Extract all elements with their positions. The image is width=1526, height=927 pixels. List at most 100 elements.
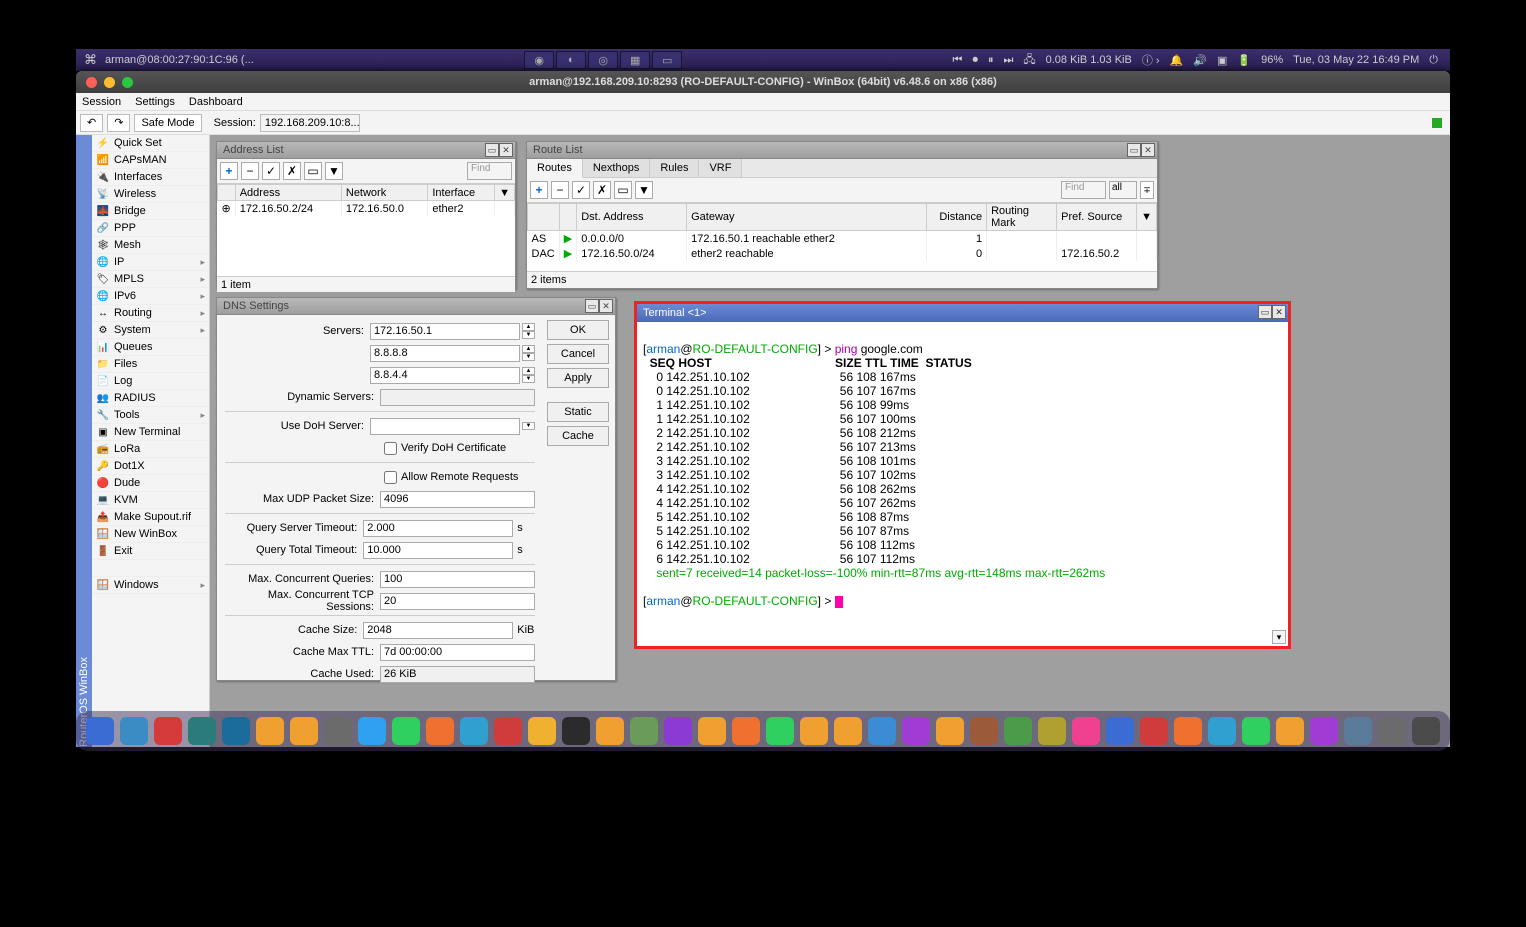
- dock-item-28[interactable]: [1038, 717, 1066, 745]
- terminal-body[interactable]: [arman@RO-DEFAULT-CONFIG] > ping google.…: [637, 322, 1288, 646]
- win-close-icon[interactable]: ✕: [499, 143, 513, 157]
- dock-item-20[interactable]: [766, 717, 794, 745]
- filter-all[interactable]: all: [1109, 181, 1137, 199]
- dock-item-14[interactable]: [562, 717, 590, 745]
- dock-item-32[interactable]: [1174, 717, 1202, 745]
- dock-item-36[interactable]: [1310, 717, 1338, 745]
- dock-item-19[interactable]: [732, 717, 760, 745]
- dock-item-0[interactable]: [86, 717, 114, 745]
- sidebar-item-queues[interactable]: 📊Queues: [92, 339, 209, 356]
- comment-button[interactable]: ▭: [304, 162, 322, 180]
- dock-item-4[interactable]: [222, 717, 250, 745]
- servers-input-1[interactable]: [370, 345, 520, 362]
- route-list-title[interactable]: Route List ▭✕: [527, 142, 1157, 159]
- dock-item-9[interactable]: [392, 717, 420, 745]
- servers-input-2[interactable]: [370, 367, 520, 384]
- find-input[interactable]: Find: [1061, 181, 1106, 199]
- topbar-hostname[interactable]: arman@08:00:27:90:1C:96 (...: [105, 54, 254, 66]
- sidebar-item-ipv6[interactable]: 🌐IPv6▸: [92, 288, 209, 305]
- comment-button[interactable]: ▭: [614, 181, 632, 199]
- dock-item-23[interactable]: [868, 717, 896, 745]
- address-list-window[interactable]: Address List ▭✕ + − ✓ ✗ ▭ ▼ Find Addres: [216, 141, 516, 289]
- add-button[interactable]: +: [220, 162, 238, 180]
- dock-item-8[interactable]: [358, 717, 386, 745]
- qtt-input[interactable]: [363, 542, 513, 559]
- cache-size-input[interactable]: [363, 622, 513, 639]
- win-min-icon[interactable]: ▭: [1127, 143, 1141, 157]
- redo-button[interactable]: ↷: [107, 114, 130, 132]
- sidebar-item-mesh[interactable]: 🕸Mesh: [92, 237, 209, 254]
- win-min-icon[interactable]: ▭: [585, 299, 599, 313]
- sidebar-item-bridge[interactable]: 🌉Bridge: [92, 203, 209, 220]
- dock-item-39[interactable]: [1412, 717, 1440, 745]
- media-prev-icon[interactable]: ⏮: [953, 54, 963, 67]
- dock-item-33[interactable]: [1208, 717, 1236, 745]
- sidebar-item-wireless[interactable]: 📡Wireless: [92, 186, 209, 203]
- add-button[interactable]: +: [530, 181, 548, 199]
- menu-settings[interactable]: Settings: [135, 96, 175, 108]
- col-network[interactable]: Network: [341, 185, 427, 201]
- sidebar-item-interfaces[interactable]: 🔌Interfaces: [92, 169, 209, 186]
- filter-dropdown-icon[interactable]: ∓: [1140, 181, 1154, 199]
- disable-button[interactable]: ✗: [283, 162, 301, 180]
- dock-item-27[interactable]: [1004, 717, 1032, 745]
- bell-icon[interactable]: 🔔: [1170, 54, 1184, 67]
- tab-vrf[interactable]: VRF: [699, 159, 742, 177]
- sidebar-item-files[interactable]: 📁Files: [92, 356, 209, 373]
- remove-button[interactable]: −: [241, 162, 259, 180]
- table-row[interactable]: ⊕ 172.16.50.2/24 172.16.50.0 ether2: [218, 201, 515, 217]
- win-min-icon[interactable]: ▭: [1258, 305, 1272, 319]
- ok-button[interactable]: OK: [547, 320, 609, 340]
- dock-item-7[interactable]: [324, 717, 352, 745]
- dock-item-6[interactable]: [290, 717, 318, 745]
- spin-up-icon[interactable]: ▲: [522, 323, 535, 331]
- dock-item-2[interactable]: [154, 717, 182, 745]
- win-close-icon[interactable]: ✕: [599, 299, 613, 313]
- sidebar-item-quick-set[interactable]: ⚡Quick Set: [92, 135, 209, 152]
- remove-button[interactable]: −: [551, 181, 569, 199]
- menu-dashboard[interactable]: Dashboard: [189, 96, 243, 108]
- info-icon[interactable]: ⓘ ›: [1142, 52, 1160, 68]
- dock-item-11[interactable]: [460, 717, 488, 745]
- dock-item-5[interactable]: [256, 717, 284, 745]
- dock-item-30[interactable]: [1106, 717, 1134, 745]
- table-row[interactable]: DAC▶ 172.16.50.0/24ether2 reachable 0172…: [528, 246, 1157, 261]
- find-input[interactable]: Find: [467, 162, 512, 180]
- media-pause-icon[interactable]: ⏸: [988, 54, 994, 67]
- tray-app3-icon[interactable]: ◎: [588, 51, 618, 69]
- sidebar-item-log[interactable]: 📄Log: [92, 373, 209, 390]
- win-close-icon[interactable]: ✕: [1141, 143, 1155, 157]
- filter-icon[interactable]: ▼: [635, 181, 653, 199]
- table-row[interactable]: AS▶ 0.0.0.0/0172.16.50.1 reachable ether…: [528, 231, 1157, 247]
- tray-misc-icon[interactable]: ▣: [1217, 54, 1227, 67]
- max-udp-input[interactable]: [380, 491, 535, 508]
- dock-item-37[interactable]: [1344, 717, 1372, 745]
- doh-input[interactable]: [370, 418, 520, 435]
- menu-session[interactable]: Session: [82, 96, 121, 108]
- dock-item-3[interactable]: [188, 717, 216, 745]
- scroll-down-icon[interactable]: ▾: [1272, 630, 1286, 644]
- power-icon[interactable]: ⏻: [1429, 54, 1438, 67]
- cancel-button[interactable]: Cancel: [547, 344, 609, 364]
- sidebar-item-ppp[interactable]: 🔗PPP: [92, 220, 209, 237]
- col-interface[interactable]: Interface: [428, 185, 495, 201]
- address-table[interactable]: Address Network Interface ▼ ⊕ 172.16.50.…: [217, 184, 515, 216]
- dock-item-26[interactable]: [970, 717, 998, 745]
- sidebar-item-radius[interactable]: 👥RADIUS: [92, 390, 209, 407]
- terminal-window[interactable]: Terminal <1> ▭✕ [arman@RO-DEFAULT-CONFIG…: [634, 301, 1291, 649]
- tray-app5-icon[interactable]: ▭: [652, 51, 682, 69]
- cache-ttl-input[interactable]: [380, 644, 535, 661]
- filter-icon[interactable]: ▼: [325, 162, 343, 180]
- sidebar-item-system[interactable]: ⚙System▸: [92, 322, 209, 339]
- sidebar-item-capsman[interactable]: 📶CAPsMAN: [92, 152, 209, 169]
- dock-item-18[interactable]: [698, 717, 726, 745]
- dock-item-25[interactable]: [936, 717, 964, 745]
- sidebar-item-windows[interactable]: 🪟Windows▸: [92, 577, 209, 594]
- dock-item-24[interactable]: [902, 717, 930, 745]
- media-next-icon[interactable]: ⏭: [1003, 54, 1013, 67]
- media-rec-icon[interactable]: ⏺: [972, 54, 978, 67]
- dock-item-31[interactable]: [1140, 717, 1168, 745]
- dock-item-38[interactable]: [1378, 717, 1406, 745]
- tab-routes[interactable]: Routes: [527, 159, 583, 178]
- battery-icon[interactable]: 🔋: [1237, 54, 1251, 67]
